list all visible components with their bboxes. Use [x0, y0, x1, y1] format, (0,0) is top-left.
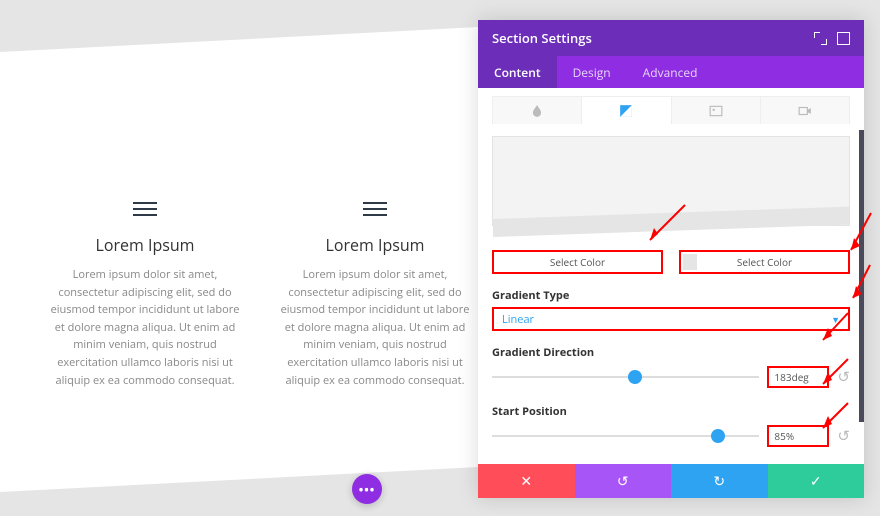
snap-icon[interactable] — [837, 32, 850, 45]
content-column-1: Lorem Ipsum Lorem ipsum dolor sit amet, … — [50, 190, 240, 389]
chevron-down-icon: ▼ — [831, 313, 840, 326]
undo-button[interactable]: ↺ — [575, 464, 672, 498]
select-color-label: Select Color — [737, 255, 792, 269]
start-position-label: Start Position — [492, 404, 850, 419]
select-color-label: Select Color — [550, 255, 605, 269]
expand-icon[interactable] — [814, 32, 827, 45]
column-heading: Lorem Ipsum — [50, 234, 240, 256]
hamburger-icon — [133, 202, 157, 216]
gradient-type-select[interactable]: Linear ▼ — [492, 307, 850, 331]
tab-advanced[interactable]: Advanced — [627, 56, 714, 88]
gradient-icon — [619, 104, 633, 118]
video-icon — [798, 104, 812, 118]
content-columns: Lorem Ipsum Lorem ipsum dolor sit amet, … — [50, 190, 470, 389]
tab-design[interactable]: Design — [557, 56, 627, 88]
gradient-type-value: Linear — [502, 312, 534, 327]
tab-content[interactable]: Content — [478, 56, 557, 88]
image-icon — [709, 104, 723, 118]
droplet-icon — [530, 104, 544, 118]
page-actions-fab[interactable]: ••• — [352, 474, 382, 504]
panel-footer: ✕ ↺ ↻ ✓ — [478, 464, 864, 498]
background-subtabs — [492, 96, 850, 124]
gradient-direction-input[interactable]: 183deg — [767, 366, 829, 388]
panel-title: Section Settings — [492, 29, 592, 47]
gradient-type-label: Gradient Type — [492, 288, 850, 303]
column-heading: Lorem Ipsum — [280, 234, 470, 256]
background-preview — [492, 136, 850, 226]
panel-body: Select Color Select Color Gradient Type … — [478, 88, 864, 464]
hamburger-icon — [363, 202, 387, 216]
end-position-label: End Position — [492, 463, 850, 464]
subtab-gradient[interactable] — [582, 97, 671, 124]
panel-header: Section Settings — [478, 20, 864, 56]
column-body: Lorem ipsum dolor sit amet, consectetur … — [50, 266, 240, 389]
color-swatch — [683, 254, 697, 270]
start-position-input[interactable]: 85% — [767, 425, 829, 447]
gradient-direction-label: Gradient Direction — [492, 345, 850, 360]
save-button[interactable]: ✓ — [768, 464, 865, 498]
panel-tabs: Content Design Advanced — [478, 56, 864, 88]
cancel-button[interactable]: ✕ — [478, 464, 575, 498]
reset-icon[interactable]: ↺ — [837, 426, 850, 446]
column-body: Lorem ipsum dolor sit amet, consectetur … — [280, 266, 470, 389]
select-color-start-button[interactable]: Select Color — [492, 250, 663, 274]
select-color-end-button[interactable]: Select Color — [679, 250, 850, 274]
panel-scrollbar[interactable] — [859, 130, 864, 422]
subtab-image[interactable] — [672, 97, 761, 124]
start-position-slider[interactable] — [492, 435, 759, 437]
gradient-direction-slider[interactable] — [492, 376, 759, 378]
reset-icon[interactable]: ↺ — [837, 367, 850, 387]
redo-button[interactable]: ↻ — [671, 464, 768, 498]
subtab-video[interactable] — [761, 97, 849, 124]
subtab-color[interactable] — [493, 97, 582, 124]
section-settings-panel: Section Settings Content Design Advanced — [478, 20, 864, 498]
content-column-2: Lorem Ipsum Lorem ipsum dolor sit amet, … — [280, 190, 470, 389]
